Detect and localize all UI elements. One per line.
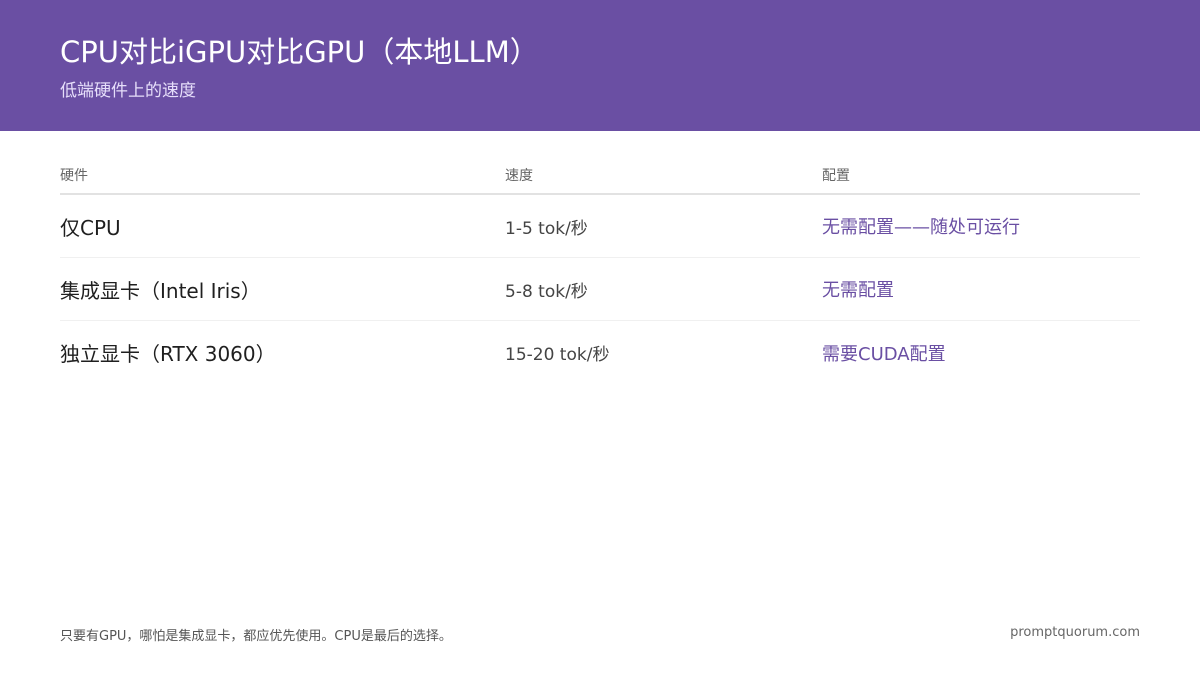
- config-cell: 无需配置: [822, 280, 894, 301]
- hardware-cell: 集成显卡（Intel Iris）: [60, 278, 261, 303]
- column-header-speed: 速度: [505, 167, 533, 184]
- config-cell: 需要CUDA配置: [822, 343, 946, 365]
- footer-site-name: promptquorum.com: [1010, 625, 1140, 640]
- table-row: 集成显卡（Intel Iris） 5-8 tok/秒 无需配置: [60, 258, 1140, 321]
- page-title: CPU对比iGPU对比GPU（本地LLM）: [60, 35, 539, 69]
- hardware-cell: 独立显卡（RTX 3060）: [60, 342, 276, 366]
- column-header-hardware: 硬件: [60, 167, 88, 184]
- column-header-config: 配置: [822, 167, 850, 184]
- comparison-table: 硬件 速度 配置 仅CPU 1-5 tok/秒 无需配置——随处可运行 集成显卡…: [60, 156, 1140, 384]
- config-cell: 无需配置——随处可运行: [822, 217, 1020, 238]
- header-banner: CPU对比iGPU对比GPU（本地LLM） 低端硬件上的速度: [0, 0, 1200, 131]
- hardware-cell: 仅CPU: [60, 215, 121, 240]
- table-row: 独立显卡（RTX 3060） 15-20 tok/秒 需要CUDA配置: [60, 321, 1140, 384]
- speed-cell: 15-20 tok/秒: [505, 345, 610, 365]
- table-row: 仅CPU 1-5 tok/秒 无需配置——随处可运行: [60, 195, 1140, 258]
- speed-cell: 1-5 tok/秒: [505, 218, 588, 239]
- footer-note: 只要有GPU，哪怕是集成显卡，都应优先使用。CPU是最后的选择。: [60, 629, 452, 644]
- speed-cell: 5-8 tok/秒: [505, 281, 588, 302]
- page-subtitle: 低端硬件上的速度: [60, 81, 196, 101]
- table-header: 硬件 速度 配置: [60, 156, 1140, 195]
